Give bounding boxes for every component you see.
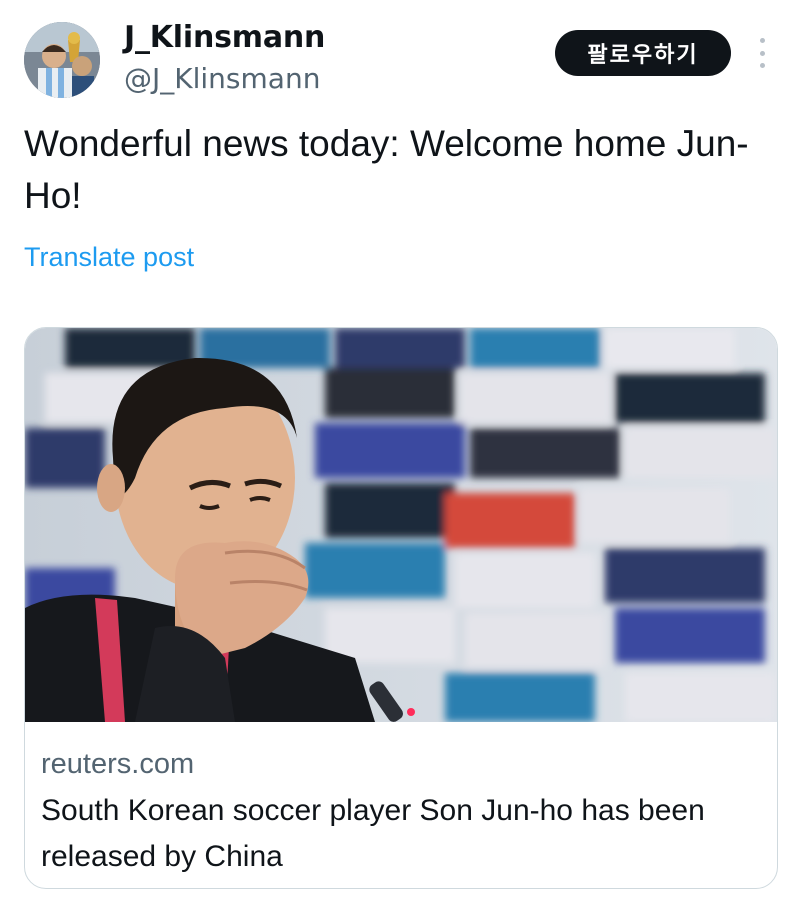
link-card[interactable]: reuters.com South Korean soccer player S… xyxy=(24,327,778,889)
link-card-domain: reuters.com xyxy=(41,748,195,780)
more-options-icon[interactable] xyxy=(752,38,772,68)
link-card-title: South Korean soccer player Son Jun-ho ha… xyxy=(41,794,705,873)
author-display-name[interactable]: J_Klinsmann xyxy=(124,20,325,56)
more-dot xyxy=(759,38,765,43)
author-handle[interactable]: @J_Klinsmann xyxy=(124,62,320,96)
press-conference-photo xyxy=(25,328,777,722)
avatar-photo xyxy=(24,22,100,98)
follow-button[interactable]: 팔로우하기 xyxy=(555,30,731,76)
link-card-image xyxy=(25,328,777,722)
more-dot xyxy=(759,63,765,68)
post-text: Wonderful news today: Welcome home Jun-H… xyxy=(24,123,749,216)
more-dot xyxy=(759,50,765,56)
translate-post-link[interactable]: Translate post xyxy=(24,240,194,274)
author-avatar[interactable] xyxy=(24,22,100,98)
post-header: J_Klinsmann @J_Klinsmann 팔로우하기 xyxy=(24,20,776,100)
